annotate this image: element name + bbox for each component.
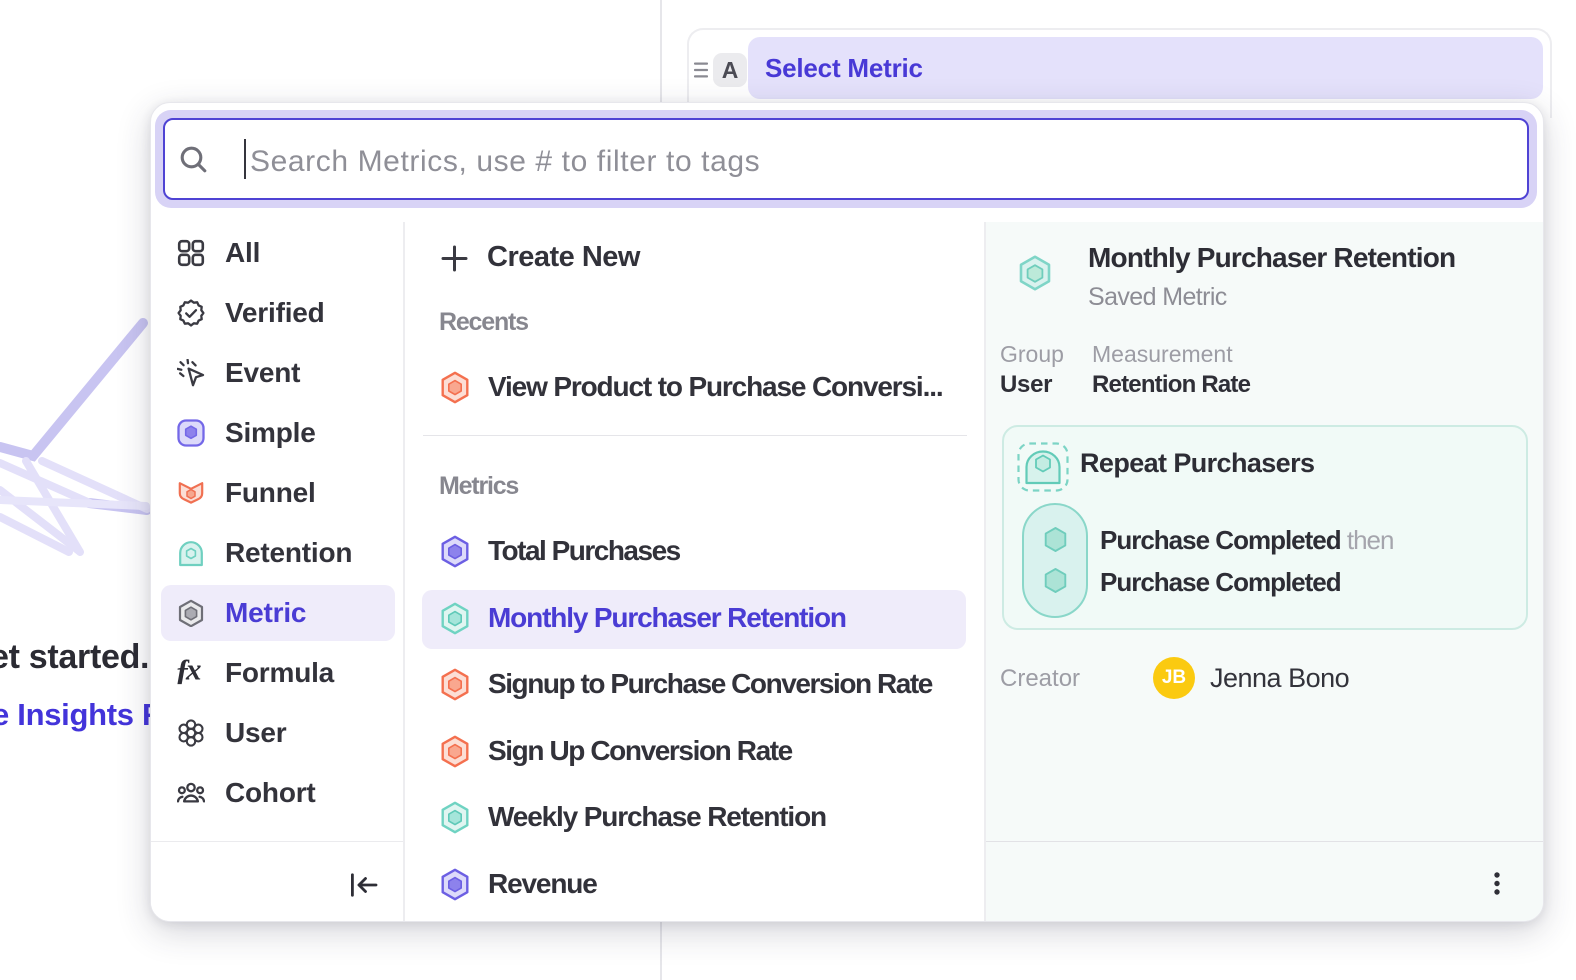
svg-text:ƒx: ƒx — [175, 652, 201, 687]
